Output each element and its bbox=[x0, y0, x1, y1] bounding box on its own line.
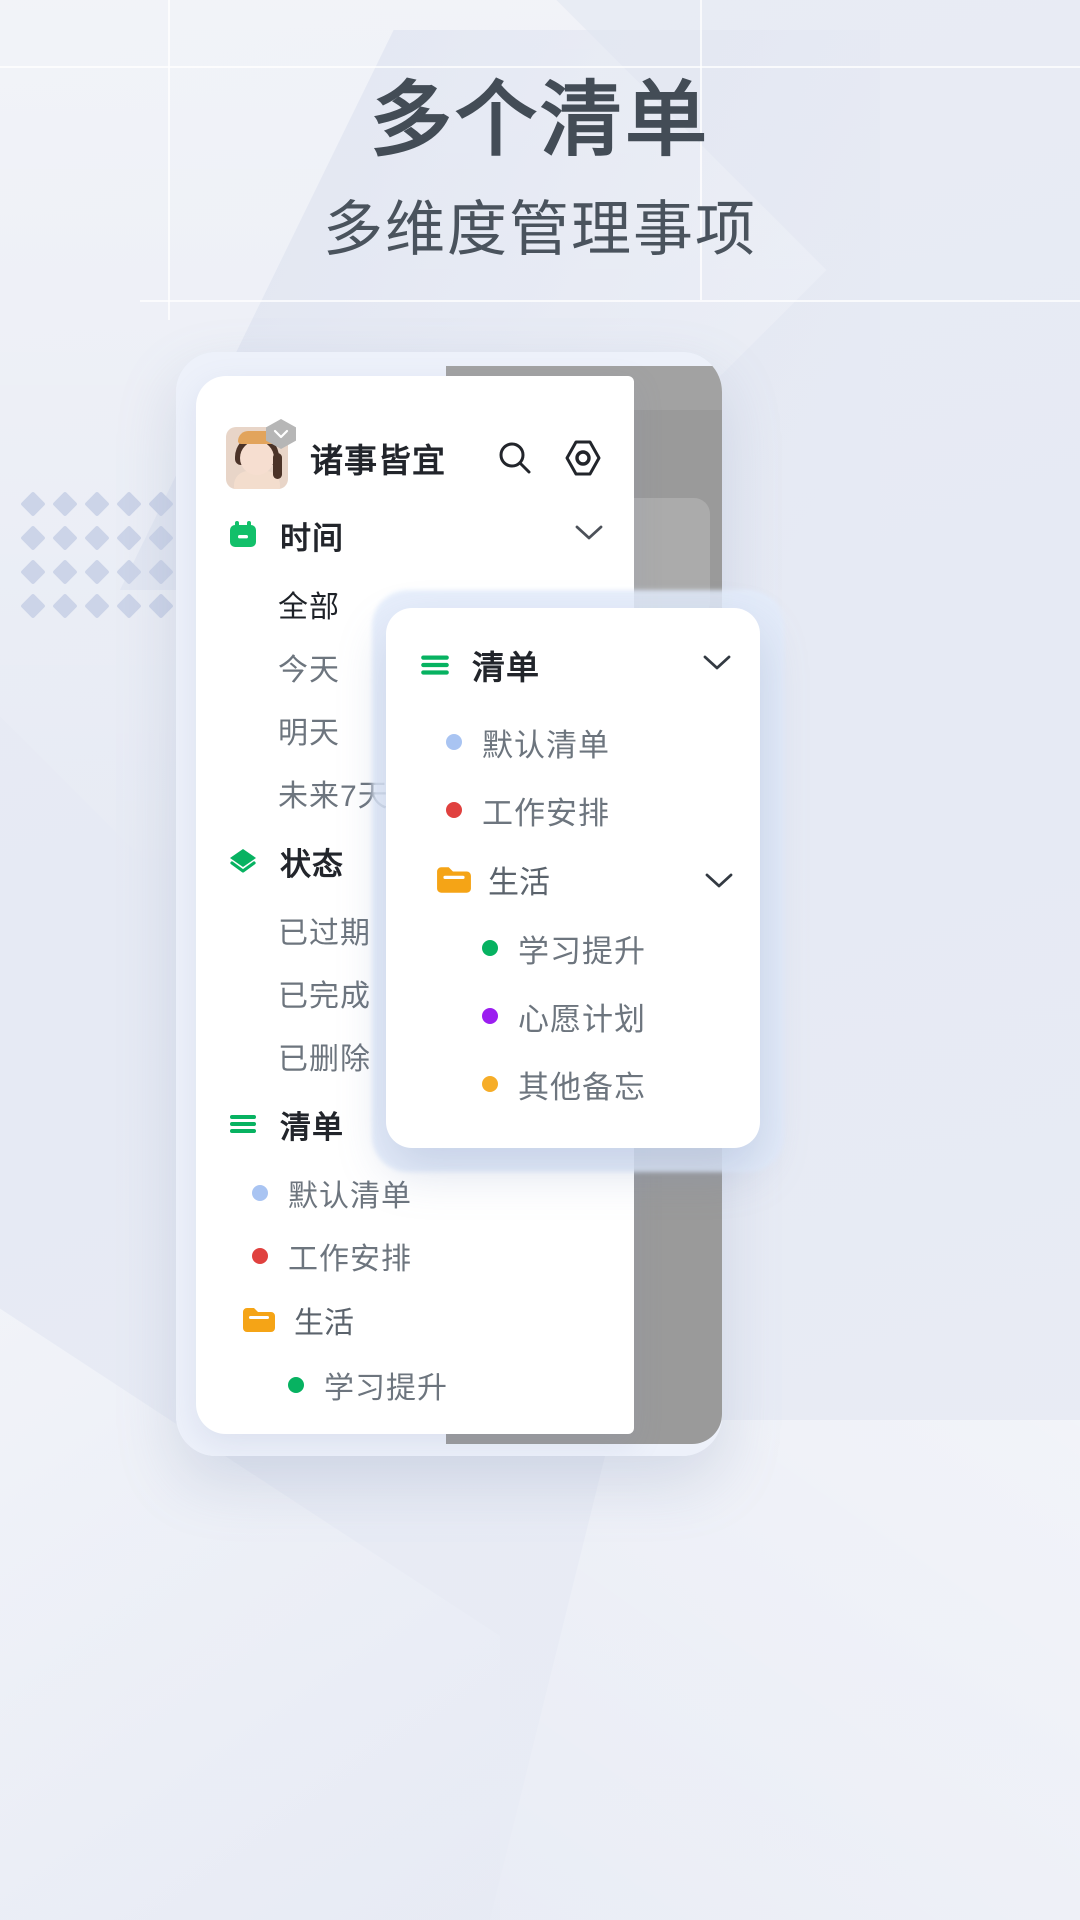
drawer-header: 诸事皆宜 bbox=[196, 376, 634, 494]
list-item-label: 学习提升 bbox=[324, 1371, 448, 1405]
folder-icon bbox=[436, 866, 471, 893]
popup-folder-life[interactable]: 生活 bbox=[386, 844, 760, 914]
avatar[interactable] bbox=[226, 419, 296, 489]
app-title: 诸事皆宜 bbox=[310, 442, 446, 479]
list-item-label: 心愿计划 bbox=[518, 1001, 646, 1037]
list-color-dot bbox=[482, 1076, 498, 1092]
popup-list-item-other[interactable]: 其他备忘 bbox=[386, 1050, 760, 1118]
sidebar-list-item-work[interactable]: 工作安排 bbox=[196, 1224, 634, 1287]
sidebar-folder-life[interactable]: 生活 bbox=[196, 1287, 634, 1353]
sidebar-list-item-study[interactable]: 学习提升 bbox=[196, 1353, 634, 1416]
popup-section-label: 清单 bbox=[472, 649, 540, 686]
list-color-dot bbox=[446, 734, 462, 750]
promo-headline-block: 多个清单 多维度管理事项 bbox=[0, 75, 1080, 268]
sidebar-list-item-wish[interactable]: 心愿计划 bbox=[196, 1416, 634, 1434]
list-item-label: 默认清单 bbox=[288, 1179, 412, 1213]
list-icon bbox=[226, 1107, 260, 1141]
chevron-down-icon[interactable] bbox=[704, 861, 734, 897]
popup-list-item-study[interactable]: 学习提升 bbox=[386, 914, 760, 982]
list-item-label: 工作安排 bbox=[482, 795, 610, 831]
calendar-icon bbox=[226, 518, 260, 552]
chevron-down-icon bbox=[273, 429, 289, 439]
list-item-label: 工作安排 bbox=[288, 1242, 412, 1276]
chevron-down-icon[interactable] bbox=[574, 524, 604, 546]
folder-label: 生活 bbox=[294, 1307, 354, 1340]
focus-mode-icon[interactable] bbox=[562, 437, 604, 479]
promo-subheadline: 多维度管理事项 bbox=[323, 195, 757, 263]
list-item-label: 其他备忘 bbox=[518, 1069, 646, 1105]
search-icon[interactable] bbox=[494, 437, 536, 479]
list-color-dot bbox=[288, 1376, 304, 1393]
list-color-dot bbox=[482, 940, 498, 956]
sidebar-section-label: 时间 bbox=[280, 520, 344, 556]
lists-popup-card: 清单 默认清单 工作安排 生活 学习提升 心愿计划 其他备忘 bbox=[386, 608, 760, 1148]
folder-icon bbox=[242, 1307, 276, 1333]
decorative-diamond-dots bbox=[20, 491, 184, 631]
list-icon bbox=[418, 648, 452, 682]
list-color-dot bbox=[252, 1247, 268, 1264]
sidebar-section-label: 状态 bbox=[280, 846, 344, 882]
promo-headline: 多个清单 bbox=[369, 75, 710, 166]
list-color-dot bbox=[482, 1008, 498, 1024]
popup-list-item-work[interactable]: 工作安排 bbox=[386, 776, 760, 844]
sidebar-section-label: 清单 bbox=[280, 1109, 344, 1145]
folder-label: 生活 bbox=[488, 864, 550, 900]
drawer-header-icons bbox=[494, 437, 604, 479]
background-grid-line bbox=[140, 300, 1080, 302]
list-item-label: 默认清单 bbox=[482, 727, 610, 763]
sidebar-section-time[interactable]: 时间 bbox=[196, 498, 634, 572]
popup-list-item-wish[interactable]: 心愿计划 bbox=[386, 982, 760, 1050]
list-item-label: 心愿计划 bbox=[324, 1426, 448, 1435]
list-color-dot bbox=[252, 1184, 268, 1201]
chevron-down-icon[interactable] bbox=[702, 654, 732, 676]
layers-icon bbox=[226, 844, 260, 878]
background-grid-line bbox=[0, 66, 1080, 68]
popup-list-item-default[interactable]: 默认清单 bbox=[386, 708, 760, 776]
list-color-dot bbox=[446, 802, 462, 818]
popup-section-lists[interactable]: 清单 bbox=[386, 622, 760, 708]
list-item-label: 学习提升 bbox=[518, 933, 646, 969]
